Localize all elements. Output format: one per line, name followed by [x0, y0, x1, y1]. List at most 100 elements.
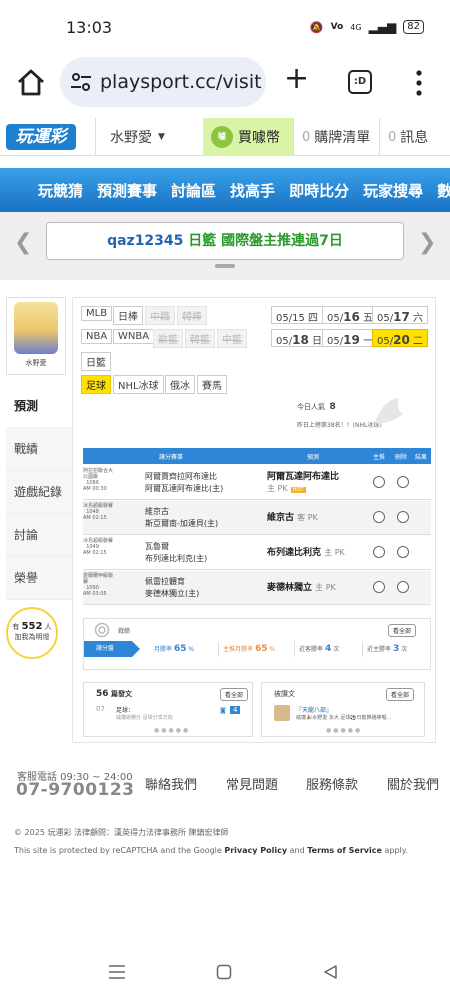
buy-coins-label: 買噱幣 [238, 130, 280, 146]
bird-decoration-icon [375, 398, 403, 424]
terms-link[interactable]: Terms of Service [307, 846, 382, 855]
league-jpb[interactable]: 日棒 [113, 306, 143, 325]
record-title: 戰績 [118, 628, 131, 635]
delete-radio[interactable] [397, 581, 409, 593]
date-0520[interactable]: 05/20 二 [372, 329, 428, 347]
recaptcha-notice: This site is protected by reCAPTCHA and … [14, 842, 444, 860]
hot-badge: HOT [290, 487, 306, 493]
nav-item-livescore[interactable]: 即時比分 [289, 180, 349, 201]
tab-switcher-button[interactable]: :D [348, 70, 372, 94]
banner-user: qaz12345 [107, 233, 184, 249]
pick-cell: 布列達比利克 主 PK [267, 547, 345, 559]
home-nav-icon[interactable] [216, 964, 232, 980]
league-cpbl: 中職 [145, 306, 175, 325]
match-time: AM 03:05 [83, 591, 107, 597]
date-weekday: 六 [412, 313, 423, 324]
post-text[interactable]: 威廉斯勝分 足球分享方向 [116, 714, 173, 721]
privacy-link[interactable]: Privacy Policy [224, 846, 287, 855]
post-badge: 4 [230, 706, 241, 714]
date-0519[interactable]: 05/19 一 [322, 329, 378, 347]
post-tag[interactable]: 足球： [116, 705, 134, 714]
back-icon[interactable] [322, 964, 338, 980]
match-teams: 阿爾賈齊拉阿布達比 阿爾瓦達阿布達比(主) [145, 471, 223, 495]
banner-text: 日籃 國際盤主推連過7日 [188, 233, 343, 249]
today-popularity: 今日人氣 8 [297, 402, 336, 412]
avatar[interactable]: 水野愛 [6, 297, 66, 375]
footer-link-terms[interactable]: 服務條款 [306, 774, 358, 793]
league-nba[interactable]: NBA [81, 329, 113, 344]
nav-item-predict[interactable]: 預測賽事 [97, 180, 157, 201]
avatar-image [14, 302, 58, 354]
main-pick-radio[interactable] [373, 511, 385, 523]
side-item-record[interactable]: 戰績 [6, 428, 72, 471]
main-pick-radio[interactable] [373, 546, 385, 558]
chevron-right-icon[interactable]: ❯ [418, 230, 436, 255]
posts-more-button[interactable]: 看全部 [220, 688, 249, 701]
record-more-button[interactable]: 看全部 [388, 624, 417, 637]
date-0518[interactable]: 05/18 日 [271, 329, 327, 347]
nav-item-search[interactable]: 玩家搜尋 [363, 180, 423, 201]
side-item-honor[interactable]: 榮譽 [6, 557, 72, 600]
stat-month-rate: 月勝率 65 % [150, 641, 198, 657]
date-0515[interactable]: 05/15 四 [271, 306, 324, 324]
main-pick-radio[interactable] [373, 476, 385, 488]
away-team: 斯亞爾南-加達貝(主) [145, 519, 219, 528]
date-0516[interactable]: 05/16 五 [322, 306, 378, 324]
fans-bulb[interactable]: 有 552 人 加我為明燈 [6, 607, 58, 659]
liked-more-button[interactable]: 看全部 [386, 688, 415, 701]
posts-box: 56 篇發文 看全部 07 足球： 威廉斯勝分 足球分享方向 ◙ 4 ●●●●● [83, 682, 253, 737]
league-soccer[interactable]: 足球 [81, 375, 111, 394]
match-time: AM 00:30 [83, 486, 107, 492]
side-item-history[interactable]: 遊戲紀錄 [6, 471, 72, 514]
nav-item-forum[interactable]: 討論區 [171, 180, 216, 201]
reply-icon: ◙ [220, 707, 226, 714]
coin-icon: 噱 [211, 126, 233, 148]
new-tab-icon[interactable]: + [284, 64, 309, 94]
tab-spread[interactable]: 讓分盤 [84, 641, 132, 657]
league-nhl[interactable]: NHL冰球 [113, 375, 164, 394]
address-bar[interactable]: playsport.cc/visit [60, 57, 266, 107]
nav-item-guess[interactable]: 玩競猜 [38, 180, 83, 201]
col-match: 讓分賽事 [159, 454, 184, 461]
nav-item-experts[interactable]: 找高手 [230, 180, 275, 201]
delete-radio[interactable] [397, 511, 409, 523]
site-logo[interactable]: 玩運彩 [6, 124, 76, 150]
tab-arrow [132, 641, 140, 657]
league-khl[interactable]: 俄冰 [165, 375, 195, 394]
site-settings-icon[interactable] [70, 72, 92, 92]
league-mlb[interactable]: MLB [81, 306, 113, 321]
home-icon[interactable] [14, 66, 48, 100]
liked-item-title[interactable]: 『天龍八部』 [296, 705, 332, 714]
nav-item-data[interactable]: 數據 [437, 180, 450, 201]
league-wnba[interactable]: WNBA [113, 329, 155, 344]
more-menu-icon[interactable] [416, 68, 422, 98]
match-meta: 冰島超級聯賽 1048 AM 02:15 [83, 503, 117, 521]
pager-dots: ●●●●● [326, 727, 363, 734]
side-menu: 預測 戰績 遊戲紀錄 討論 榮譽 [6, 385, 72, 600]
messages-button[interactable]: 0 訊息 [379, 118, 450, 156]
pick-type: 主 PK [315, 583, 336, 592]
cart-button[interactable]: 0 購牌清單 [293, 118, 379, 156]
side-item-discuss[interactable]: 討論 [6, 514, 72, 557]
footer-link-contact[interactable]: 聯絡我們 [145, 774, 197, 793]
chevron-down-icon: ▼ [158, 132, 165, 142]
side-item-predict[interactable]: 預測 [6, 385, 72, 428]
league-horse[interactable]: 賽馬 [197, 375, 227, 394]
pick-type: 客 PK [297, 513, 318, 522]
chevron-left-icon[interactable]: ❮ [14, 230, 32, 255]
today-label: 今日人氣 [297, 403, 325, 411]
league-jbl[interactable]: 日籃 [81, 352, 111, 371]
buy-coins-button[interactable]: 噱 買噱幣 [203, 118, 293, 156]
footer-link-faq[interactable]: 常見問題 [226, 774, 278, 793]
liked-item-text[interactable]: 威廉🎉水野愛 永大 足球⚽日籃推播棒喔... [296, 714, 391, 721]
footer-link-about[interactable]: 關於我們 [387, 774, 439, 793]
banner[interactable]: qaz12345 日籃 國際盤主推連過7日 [46, 222, 404, 260]
date-0517[interactable]: 05/17 六 [372, 306, 428, 324]
delete-radio[interactable] [397, 476, 409, 488]
delete-radio[interactable] [397, 546, 409, 558]
user-menu[interactable]: 水野愛 ▼ [95, 118, 203, 156]
recents-icon[interactable] [108, 964, 126, 980]
pick-cell: 阿爾瓦達阿布達比主 PK HOT [267, 471, 339, 496]
service-phone[interactable]: 07-9700123 [16, 780, 135, 800]
main-pick-radio[interactable] [373, 581, 385, 593]
